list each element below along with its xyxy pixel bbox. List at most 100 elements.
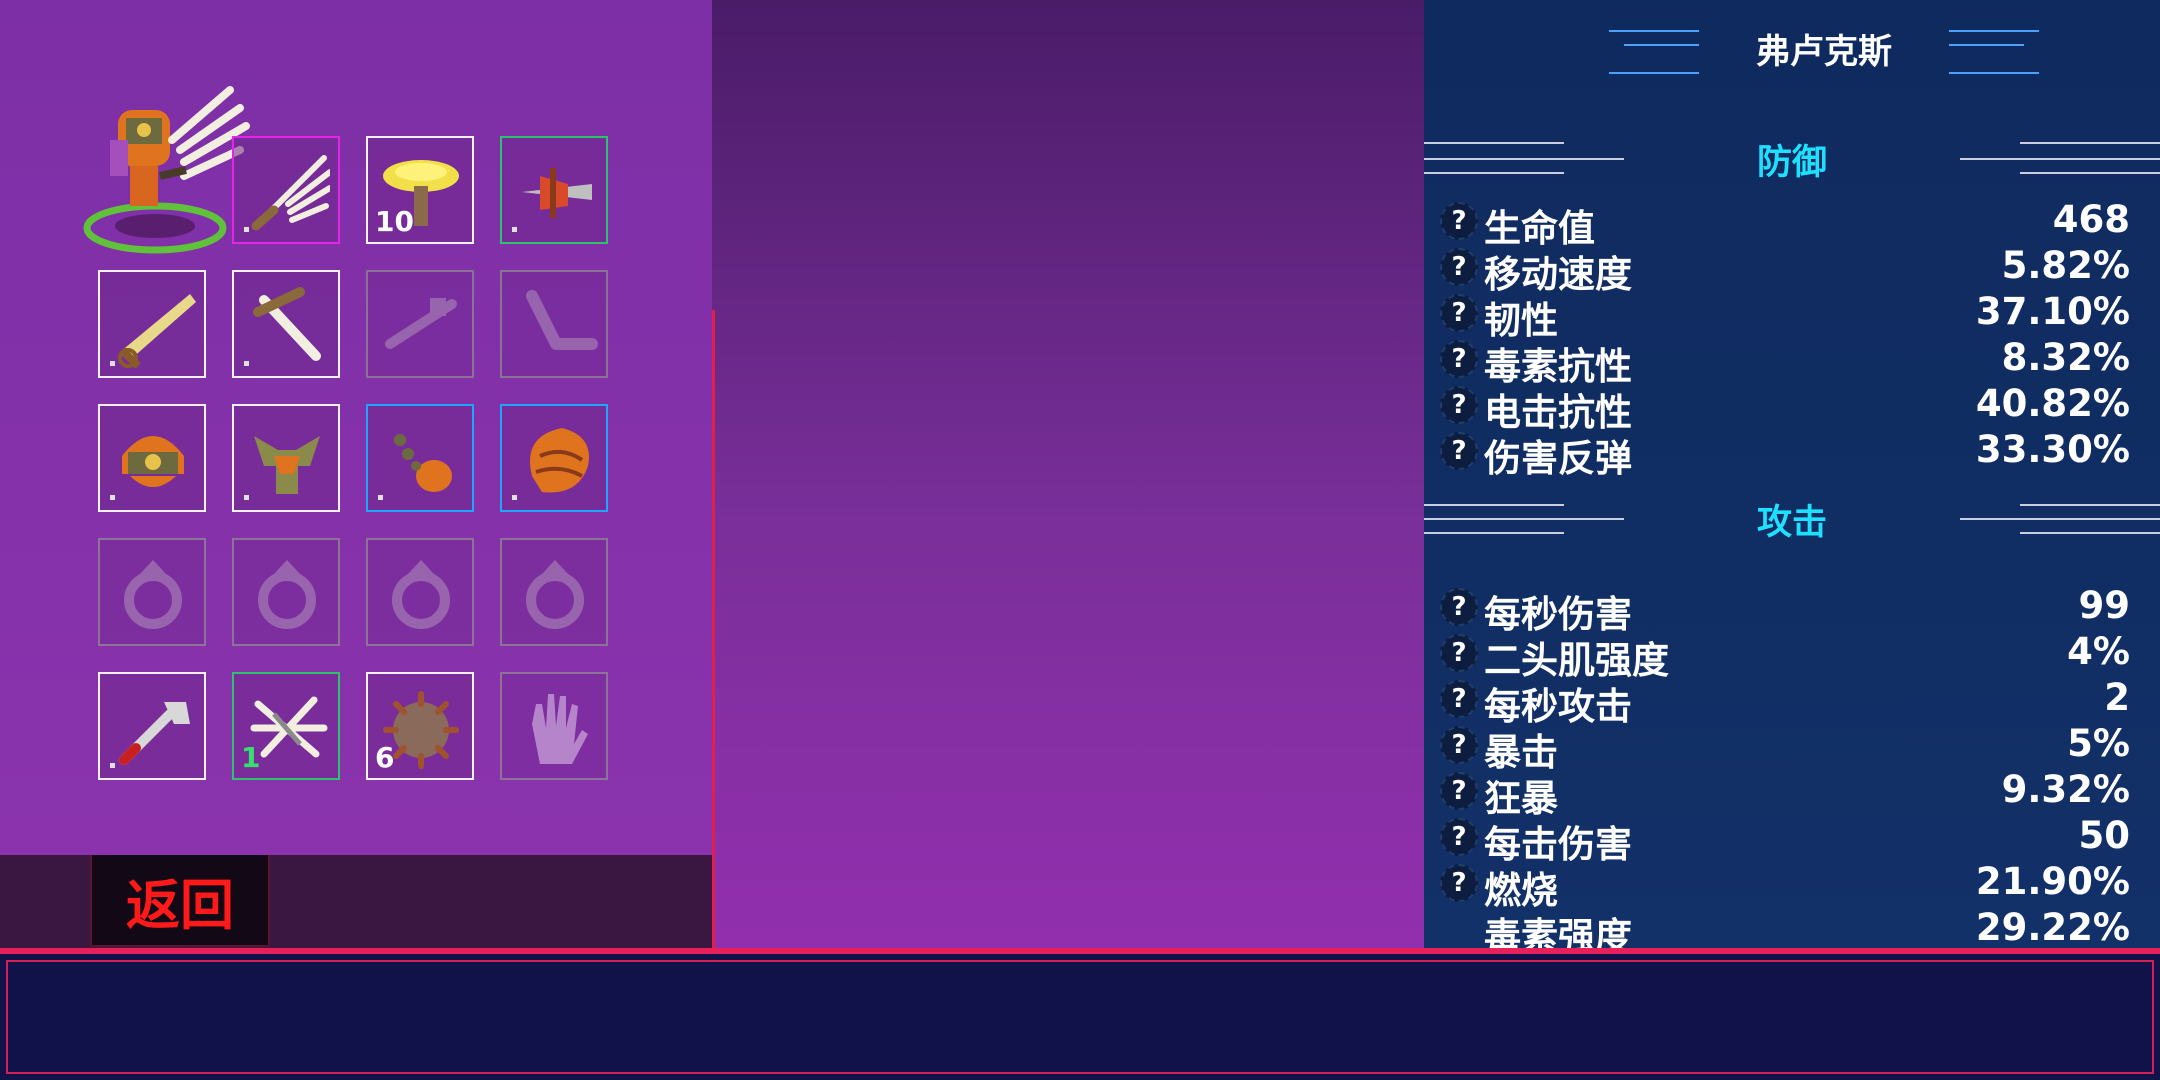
- help-icon[interactable]: ?: [1440, 634, 1478, 672]
- stat-row: ? 燃烧 21.90%: [1440, 860, 2130, 912]
- inventory-slot[interactable]: [98, 270, 206, 378]
- slot-indicator: [512, 227, 517, 232]
- stat-row: ? 韧性 37.10%: [1440, 290, 2130, 342]
- title-decoration: [1609, 30, 1699, 32]
- stat-row: ? 毒素抗性 8.32%: [1440, 336, 2130, 388]
- inventory-slot[interactable]: [232, 136, 340, 244]
- serrated-blade-icon: [118, 294, 196, 368]
- stat-row: ? 伤害反弹 33.30%: [1440, 428, 2130, 480]
- stat-value: 5.82%: [2001, 244, 2130, 287]
- stat-value: 2: [2104, 676, 2130, 719]
- title-decoration: [1949, 72, 2039, 74]
- help-icon[interactable]: ?: [1440, 386, 1478, 424]
- character-name: 弗卢克斯: [1756, 32, 1892, 72]
- help-icon[interactable]: ?: [1440, 864, 1478, 902]
- help-icon[interactable]: ?: [1440, 248, 1478, 286]
- help-icon[interactable]: ?: [1440, 340, 1478, 378]
- inventory-slot[interactable]: [232, 538, 340, 646]
- help-icon[interactable]: ?: [1440, 432, 1478, 470]
- slot-indicator: [110, 495, 115, 500]
- inventory-slot[interactable]: [98, 672, 206, 780]
- stat-value: 5%: [2067, 722, 2130, 765]
- help-icon[interactable]: ?: [1440, 588, 1478, 626]
- character-preview-panel: [712, 0, 1424, 950]
- inventory-slot[interactable]: [500, 270, 608, 378]
- boots-icon: [394, 434, 452, 492]
- help-icon[interactable]: ?: [1440, 202, 1478, 240]
- slot-indicator: [110, 763, 115, 768]
- stat-label: 伤害反弹: [1484, 437, 1632, 480]
- stat-value: 37.10%: [1975, 290, 2130, 333]
- offhand-slot-empty-icon: [526, 290, 598, 350]
- inventory-slot[interactable]: [232, 270, 340, 378]
- stats-panel: 弗卢克斯 防御 ? 生命值 468? 移动速度 5.82%? 韧性 37.10%? 毒素抗性 8…: [1424, 0, 2160, 958]
- frame-decoration-left: [712, 310, 721, 950]
- inventory-slot[interactable]: [500, 538, 608, 646]
- help-icon[interactable]: ?: [1440, 726, 1478, 764]
- bone-claw-icon: [251, 155, 330, 231]
- dialog-frame: [6, 960, 2154, 1074]
- title-decoration: [1624, 44, 1699, 46]
- stat-row: ? 二头肌强度 4%: [1440, 630, 2130, 682]
- inventory-slot[interactable]: [500, 672, 608, 780]
- stat-row: ? 狂暴 9.32%: [1440, 768, 2130, 820]
- stat-row: ? 移动速度 5.82%: [1440, 244, 2130, 296]
- ring-slot-empty-icon: [124, 560, 182, 629]
- stat-value: 468: [2052, 198, 2130, 241]
- title-decoration: [1609, 72, 1699, 74]
- weapon-slot-empty-icon: [385, 298, 457, 349]
- chest-armor-icon: [254, 436, 320, 494]
- stat-row: ? 暴击 5%: [1440, 722, 2130, 774]
- slot-indicator: [244, 227, 249, 232]
- help-icon[interactable]: ?: [1440, 772, 1478, 810]
- stat-value: 8.32%: [2001, 336, 2130, 379]
- character-sprite-icon: [83, 86, 250, 254]
- helmet-icon: [122, 436, 184, 487]
- item-count: 10: [375, 205, 414, 238]
- inventory-slot[interactable]: [98, 404, 206, 512]
- inventory-slot[interactable]: [366, 404, 474, 512]
- stat-value: 33.30%: [1975, 428, 2130, 471]
- attack-section-title: 攻击: [1756, 503, 1827, 543]
- hand-slot-empty-icon: [532, 694, 588, 764]
- stat-value: 40.82%: [1975, 382, 2130, 425]
- help-icon[interactable]: ?: [1440, 294, 1478, 332]
- inventory-slot[interactable]: [232, 404, 340, 512]
- inventory-slot[interactable]: [500, 136, 608, 244]
- inventory-slot[interactable]: [98, 538, 206, 646]
- stat-value: 99: [2078, 584, 2131, 627]
- defense-section-title: 防御: [1756, 143, 1827, 183]
- inventory-slot[interactable]: [366, 270, 474, 378]
- help-icon[interactable]: ?: [1440, 818, 1478, 856]
- character-avatar: [80, 80, 250, 260]
- stat-row: ? 每秒攻击 2: [1440, 676, 2130, 728]
- stat-value: 29.22%: [1975, 906, 2130, 949]
- inventory-panel: 10 1 6: [0, 0, 712, 855]
- slot-indicator: [512, 495, 517, 500]
- stat-value: 4%: [2067, 630, 2130, 673]
- inventory-slot[interactable]: 6: [366, 672, 474, 780]
- stat-value: 50: [2078, 814, 2131, 857]
- stat-row: ? 电击抗性 40.82%: [1440, 382, 2130, 434]
- ring-slot-empty-icon: [258, 560, 316, 629]
- inventory-slot[interactable]: 1: [232, 672, 340, 780]
- item-count: 1: [241, 741, 261, 774]
- stat-row: ? 生命值 468: [1440, 198, 2130, 250]
- bone-dagger-icon: [253, 287, 321, 361]
- wrench-icon: [119, 702, 190, 765]
- slot-indicator: [244, 361, 249, 366]
- stat-row: 毒素强度 29.22%: [1440, 906, 2130, 958]
- slot-indicator: [244, 495, 249, 500]
- inventory-slot[interactable]: [500, 404, 608, 512]
- drill-icon: [522, 168, 592, 218]
- stat-value: 9.32%: [2001, 768, 2130, 811]
- help-icon[interactable]: ?: [1440, 680, 1478, 718]
- stat-value: 21.90%: [1975, 860, 2130, 903]
- inventory-slot[interactable]: 10: [366, 136, 474, 244]
- back-button[interactable]: 返回: [90, 855, 270, 947]
- slot-indicator: [378, 495, 383, 500]
- dialog-box: [0, 948, 2160, 1080]
- title-decoration: [1949, 30, 2039, 32]
- gauntlet-icon: [530, 428, 589, 493]
- inventory-slot[interactable]: [366, 538, 474, 646]
